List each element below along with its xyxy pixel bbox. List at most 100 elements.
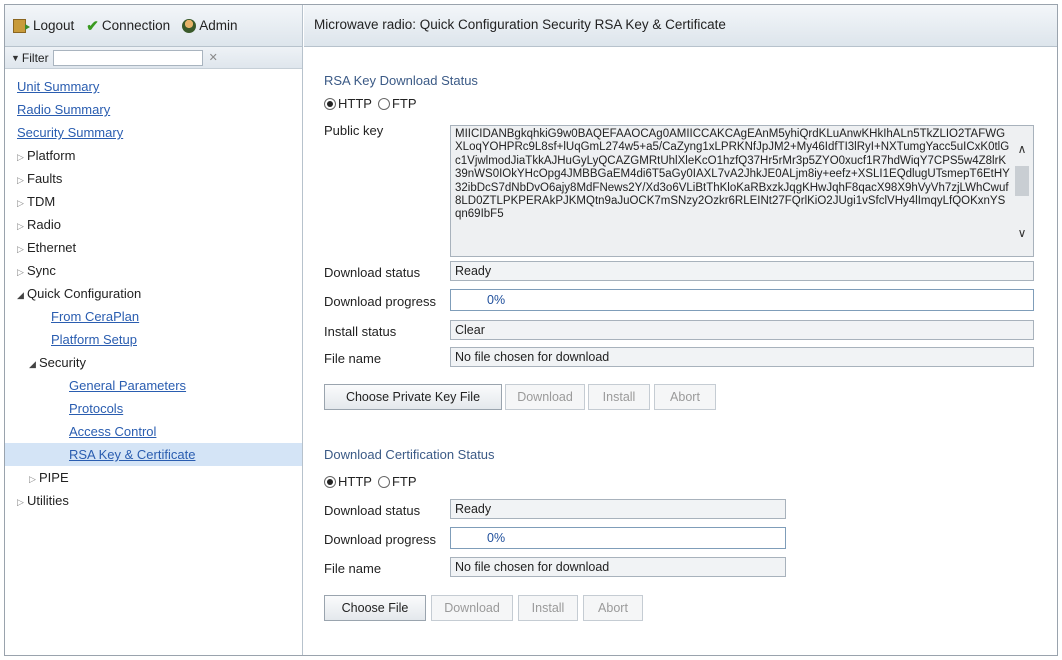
chevron-down-icon[interactable]: ∨ [1015, 226, 1029, 240]
tree-item-label: From CeraPlan [51, 309, 140, 324]
logout-button[interactable]: Logout [13, 18, 74, 33]
scrollbar-thumb[interactable] [1015, 166, 1029, 196]
tree-item-protocols[interactable]: Protocols [5, 397, 302, 420]
cert-file-name-field: No file chosen for download [450, 557, 786, 577]
clear-icon[interactable]: ✕ [209, 51, 218, 64]
tree-item-label: General Parameters [69, 378, 187, 393]
chevron-right-icon: ▷ [29, 474, 36, 484]
filter-bar: ▼ Filter ✕ [5, 47, 302, 69]
tree-item-pipe[interactable]: ▷ PIPE [5, 466, 302, 489]
tree-item-label: RSA Key & Certificate [69, 447, 196, 462]
public-key-scrollbar[interactable]: ∧ ∨ [1011, 126, 1033, 256]
navigation-tree: Unit Summary Radio Summary Security Summ… [5, 69, 302, 512]
tree-item-label: TDM [27, 194, 56, 209]
tree-item-ethernet[interactable]: ▷ Ethernet [5, 236, 302, 259]
public-key-label: Public key [324, 123, 384, 138]
cert-file-name-label: File name [324, 561, 382, 576]
chevron-up-icon[interactable]: ∧ [1015, 142, 1029, 156]
chevron-right-icon: ▷ [17, 244, 24, 254]
filter-input[interactable] [52, 49, 203, 66]
chevron-right-icon: ▷ [17, 267, 24, 277]
rsa-download-status-field: Ready [450, 261, 1034, 281]
page-title: Microwave radio: Quick Configuration Sec… [304, 5, 1057, 47]
cert-http-label: HTTP [338, 474, 372, 489]
tree-item-from-ceraplan[interactable]: From CeraPlan [5, 305, 302, 328]
tree-item-label: Security [39, 355, 86, 370]
rsa-protocol-radio-group: HTTP FTP [324, 96, 423, 111]
tree-item-platform-setup[interactable]: Platform Setup [5, 328, 302, 351]
tree-item-sync[interactable]: ▷ Sync [5, 259, 302, 282]
radio-unselected-icon [377, 475, 390, 488]
choose-private-key-file-button[interactable]: Choose Private Key File [324, 384, 502, 410]
admin-label: Admin [199, 18, 238, 33]
rsa-file-name-label: File name [324, 351, 382, 366]
user-icon [182, 18, 197, 33]
tree-item-tdm[interactable]: ▷ TDM [5, 190, 302, 213]
admin-button[interactable]: Admin [182, 18, 237, 33]
cert-http-radio[interactable]: HTTP [324, 474, 372, 489]
rsa-download-progress-label: Download progress [324, 294, 437, 309]
tree-item-security-summary[interactable]: Security Summary [5, 121, 302, 144]
tree-item-platform[interactable]: ▷ Platform [5, 144, 302, 167]
tree-item-label: Utilities [27, 493, 69, 508]
tree-item-label: Unit Summary [17, 79, 100, 94]
cert-download-status-field: Ready [450, 499, 786, 519]
tree-item-label: Platform Setup [51, 332, 137, 347]
connection-label: Connection [101, 18, 171, 33]
tree-item-quick-configuration[interactable]: ◢ Quick Configuration [5, 282, 302, 305]
tree-item-radio-summary[interactable]: Radio Summary [5, 98, 302, 121]
tree-item-label: Protocols [69, 401, 124, 416]
filter-label: Filter [21, 50, 49, 65]
cert-ftp-radio[interactable]: FTP [377, 474, 417, 489]
navigation-panel: Logout ✔ Connection Admin ▼ Filter ✕ Uni… [5, 5, 303, 655]
rsa-ftp-label: FTP [391, 96, 417, 111]
cert-download-progress-field: 0% [450, 527, 786, 549]
tree-item-label: Security Summary [17, 125, 124, 140]
tree-item-radio[interactable]: ▷ Radio [5, 213, 302, 236]
rsa-ftp-radio[interactable]: FTP [377, 96, 417, 111]
content-panel: Microwave radio: Quick Configuration Sec… [304, 5, 1057, 655]
logout-icon [13, 18, 30, 33]
rsa-http-label: HTTP [338, 96, 372, 111]
tree-item-label: Radio Summary [17, 102, 111, 117]
radio-selected-icon [324, 97, 336, 110]
public-key-textarea[interactable]: MIICIDANBgkqhkiG9w0BAQEFAAOCAg0AMIICCAKC… [450, 125, 1034, 257]
tree-item-unit-summary[interactable]: Unit Summary [5, 75, 302, 98]
cert-download-button[interactable]: Download [431, 595, 513, 621]
rsa-section-title: RSA Key Download Status [324, 73, 478, 88]
tree-item-label: PIPE [39, 470, 69, 485]
cert-download-progress-label: Download progress [324, 532, 437, 547]
tree-item-general-parameters[interactable]: General Parameters [5, 374, 302, 397]
tree-item-label: Radio [27, 217, 61, 232]
public-key-value: MIICIDANBgkqhkiG9w0BAQEFAAOCAg0AMIICCAKC… [455, 128, 1010, 221]
tree-item-label: Quick Configuration [27, 286, 142, 301]
tree-item-faults[interactable]: ▷ Faults [5, 167, 302, 190]
choose-file-button[interactable]: Choose File [324, 595, 426, 621]
install-status-label: Install status [324, 324, 397, 339]
chevron-right-icon: ▷ [17, 497, 24, 507]
chevron-down-icon[interactable]: ▼ [11, 53, 20, 63]
cert-protocol-radio-group: HTTP FTP [324, 474, 423, 489]
tree-item-security[interactable]: ◢ Security [5, 351, 302, 374]
rsa-abort-button[interactable]: Abort [654, 384, 716, 410]
rsa-http-radio[interactable]: HTTP [324, 96, 372, 111]
tree-item-rsa-key-certificate[interactable]: RSA Key & Certificate [5, 443, 302, 466]
tree-item-label: Faults [27, 171, 63, 186]
checkmark-icon: ✔ [86, 17, 99, 35]
rsa-file-name-field: No file chosen for download [450, 347, 1034, 367]
tree-item-utilities[interactable]: ▷ Utilities [5, 489, 302, 512]
tree-item-access-control[interactable]: Access Control [5, 420, 302, 443]
chevron-right-icon: ▷ [17, 152, 24, 162]
install-button[interactable]: Install [588, 384, 650, 410]
rsa-download-progress-field: 0% [450, 289, 1034, 311]
expanded-arrow-icon: ◢ [29, 359, 36, 369]
cert-abort-button[interactable]: Abort [583, 595, 643, 621]
connection-button[interactable]: ✔ Connection [86, 17, 170, 35]
logout-label: Logout [33, 18, 75, 33]
cert-section-title: Download Certification Status [324, 447, 495, 462]
cert-install-button[interactable]: Install [518, 595, 578, 621]
top-toolbar: Logout ✔ Connection Admin [5, 5, 302, 47]
app-window: Logout ✔ Connection Admin ▼ Filter ✕ Uni… [4, 4, 1058, 656]
cert-download-status-label: Download status [324, 503, 421, 518]
rsa-download-button[interactable]: Download [505, 384, 585, 410]
